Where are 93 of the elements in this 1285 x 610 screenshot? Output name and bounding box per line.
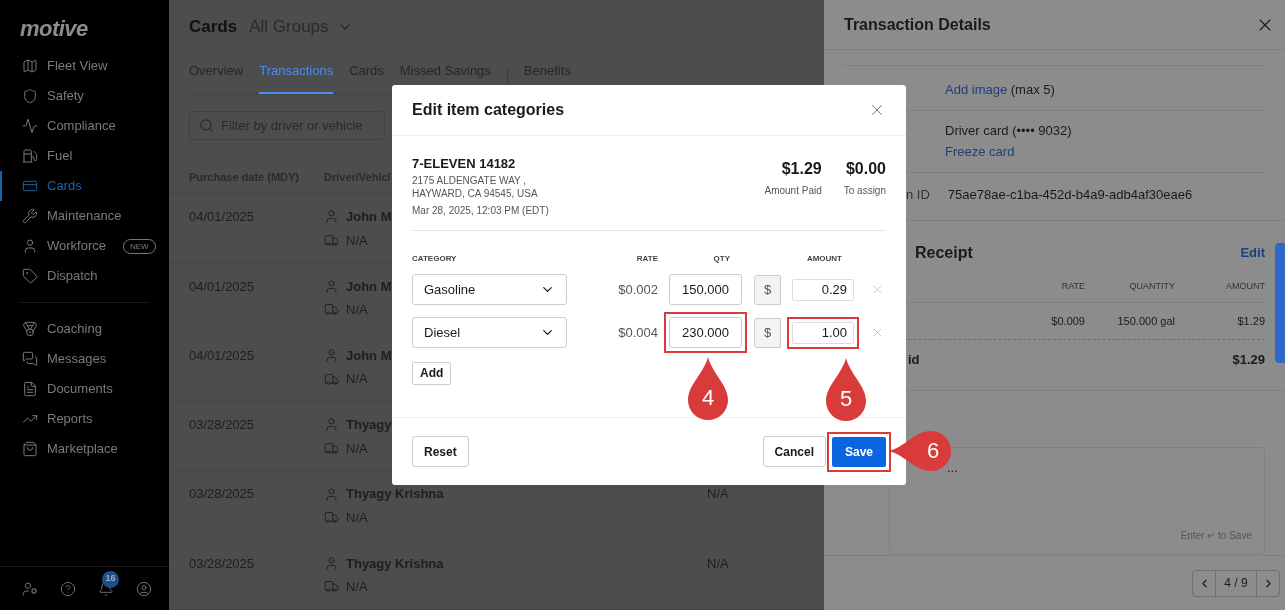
field-label: n ID <box>906 185 930 204</box>
tag-icon <box>22 268 38 284</box>
person-icon <box>22 238 38 254</box>
nav-item[interactable]: Marketplace <box>0 434 169 464</box>
currency-prefix: $ <box>754 317 781 348</box>
cancel-button[interactable]: Cancel <box>762 436 826 467</box>
column-header: CATEGORY <box>412 253 458 265</box>
column-header: AMOUNT <box>805 253 842 265</box>
column-header: QUANTITY <box>1128 280 1175 293</box>
quantity-field[interactable]: 150.000 <box>669 274 742 305</box>
step-marker: 6 <box>889 431 951 471</box>
profile-icon[interactable] <box>136 580 152 597</box>
step-marker: 4 <box>688 357 728 420</box>
truck-icon <box>324 232 339 248</box>
person-icon <box>324 417 339 433</box>
modal-title: Edit item categories <box>412 100 565 120</box>
nav-item[interactable]: Safety <box>0 81 169 111</box>
rate-text: $0.002 <box>617 280 658 299</box>
nav-item[interactable]: Dispatch <box>0 261 169 291</box>
step-marker: 5 <box>826 358 866 421</box>
nav-item[interactable]: Reports <box>0 404 169 434</box>
help-icon[interactable] <box>60 580 76 597</box>
person-icon <box>324 555 339 571</box>
nav-item[interactable]: Fleet View <box>0 51 169 81</box>
person-icon <box>324 348 339 364</box>
nav-item[interactable]: Maintenance <box>0 201 169 231</box>
messages-icon <box>22 351 38 367</box>
nav-item[interactable]: Documents <box>0 374 169 404</box>
total-caption: Amount Paid <box>764 184 822 198</box>
nav-item[interactable]: Fuel <box>0 141 169 171</box>
merchant-name: 7-ELEVEN 14182 <box>412 157 517 170</box>
person-icon <box>324 209 339 225</box>
total-amount: $1.29 <box>1232 351 1265 369</box>
search-icon <box>199 117 214 133</box>
truck-icon <box>324 302 339 318</box>
nav-item[interactable]: Cards <box>0 171 169 201</box>
column-header: RATE <box>1060 280 1085 293</box>
chart-icon <box>22 118 38 134</box>
table-cell-text: 150.000 gal <box>1116 313 1175 329</box>
add-image-text: Add image (max 5) <box>945 82 1055 97</box>
save-button[interactable]: Save <box>831 436 886 467</box>
truck-icon <box>324 440 339 456</box>
person-icon <box>324 278 339 294</box>
truck-icon <box>324 579 339 595</box>
quantity-field[interactable]: 230.000 <box>669 317 742 348</box>
truck-icon <box>324 371 339 387</box>
address-line: 2175 ALDENGATE WAY , <box>412 174 528 187</box>
date-time: Mar 28, 2025, 12:03 PM (EDT) <box>412 204 549 217</box>
fuel-pump-icon <box>22 148 38 164</box>
tab[interactable]: Transactions <box>259 61 334 94</box>
shield-icon <box>22 88 38 104</box>
rate-text: $0.004 <box>617 323 658 342</box>
column-header: QTY <box>712 253 730 265</box>
table-cell-text: $1.29 <box>1236 313 1265 329</box>
nav-item[interactable]: Workforce NEW <box>0 231 169 261</box>
total-caption: To assign <box>843 184 886 198</box>
nav-item[interactable]: Messages <box>0 344 169 374</box>
truck-icon <box>324 510 339 526</box>
nav-item[interactable]: Coaching <box>0 314 169 344</box>
notification-badge: 16 <box>102 570 119 588</box>
person-icon <box>324 486 339 502</box>
amount-field[interactable]: 1.00 <box>792 321 854 344</box>
reset-button[interactable]: Reset <box>412 436 469 467</box>
category-select[interactable]: Diesel <box>412 317 567 348</box>
card-icon <box>22 178 38 194</box>
table-cell-text: $0.009 <box>1050 313 1085 329</box>
card-label: Driver card (•••• 9032) <box>945 121 1073 140</box>
edit-link[interactable]: Edit <box>1240 243 1265 263</box>
bag-icon <box>22 441 38 457</box>
column-header: AMOUNT <box>1225 280 1265 293</box>
total-value: $1.29 <box>781 159 822 179</box>
total-label: id <box>907 351 920 369</box>
transaction-id: 75ae78ae-c1ba-452d-b4a9-adb4af30eae6 <box>947 185 1193 204</box>
amount-field[interactable]: 0.29 <box>792 278 854 301</box>
logo: motive <box>19 15 89 43</box>
freeze-card-link[interactable]: Freeze card <box>945 142 1265 162</box>
total-value: $0.00 <box>845 159 886 179</box>
panel-title: Transaction Details <box>844 14 991 35</box>
nav-item[interactable]: Compliance <box>0 111 169 141</box>
document-icon <box>22 381 38 397</box>
medal-icon <box>22 321 38 337</box>
currency-prefix: $ <box>754 274 781 305</box>
map-icon <box>22 58 38 74</box>
column-header: RATE <box>635 253 658 265</box>
add-button[interactable]: Add <box>412 361 452 385</box>
category-select[interactable]: Gasoline <box>412 274 567 305</box>
page-indicator: 4 / 9 <box>1223 575 1249 592</box>
add-image-link[interactable]: Add image <box>945 82 1008 97</box>
address-line: HAYWARD, CA 94545, USA <box>412 187 539 200</box>
user-settings-icon[interactable] <box>22 580 38 597</box>
wrench-icon <box>22 208 38 224</box>
page-title: Cards <box>189 16 238 39</box>
section-title: Receipt <box>915 243 973 263</box>
